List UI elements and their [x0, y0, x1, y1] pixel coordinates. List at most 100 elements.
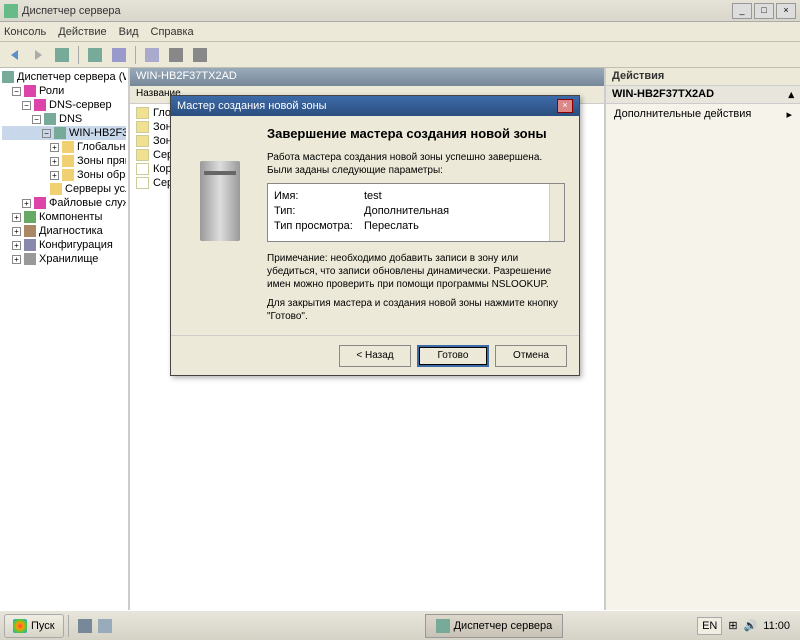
summary-table: Имя:test Тип:Дополнительная Тип просмотр… [267, 183, 565, 242]
folder-icon [62, 169, 74, 181]
summary-row: Имя:test [274, 190, 558, 202]
tree-zone-rev[interactable]: +Зоны обратн... [2, 168, 126, 182]
tree-components[interactable]: +Компоненты [2, 210, 126, 224]
close-button[interactable]: × [776, 3, 796, 19]
expand-icon[interactable]: + [50, 157, 59, 166]
tool-2[interactable] [85, 45, 105, 65]
server-icon [200, 161, 240, 241]
expand-icon[interactable]: + [22, 199, 31, 208]
tool-4[interactable] [142, 45, 162, 65]
folder-icon [136, 107, 149, 119]
expand-icon[interactable]: + [50, 143, 59, 152]
tool-icon [88, 48, 102, 62]
dialog-titlebar[interactable]: Мастер создания новой зоны × [171, 96, 579, 116]
tool-icon [112, 48, 126, 62]
expand-icon[interactable]: + [12, 241, 21, 250]
storage-icon [24, 253, 36, 265]
menubar: Консоль Действие Вид Справка [0, 22, 800, 42]
quick-launch[interactable] [75, 616, 95, 636]
summary-scrollbar[interactable] [549, 184, 564, 241]
tool-icon [145, 48, 159, 62]
taskbar: Пуск Диспетчер сервера EN ⊞ 🔊 11:00 [0, 610, 800, 640]
summary-row: Тип просмотра:Переслать [274, 220, 558, 232]
back-button[interactable] [4, 45, 24, 65]
tree-file-svc[interactable]: +Файловые службы [2, 196, 126, 210]
clock[interactable]: 11:00 [763, 620, 790, 632]
menu-action[interactable]: Действие [58, 26, 106, 38]
folder-icon [136, 149, 149, 161]
taskbar-task[interactable]: Диспетчер сервера [425, 614, 564, 638]
forward-button[interactable] [28, 45, 48, 65]
tree-root[interactable]: Диспетчер сервера (WIN-HB2F... [2, 70, 126, 84]
role-icon [34, 197, 46, 209]
summary-row: Тип:Дополнительная [274, 205, 558, 217]
dns-icon [34, 99, 46, 111]
dialog-hint: Для закрытия мастера и создания новой зо… [267, 297, 565, 323]
actions-pane: Действия WIN-HB2F37TX2AD▴ Дополнительные… [604, 68, 800, 610]
wizard-dialog: Мастер создания новой зоны × Завершение … [170, 95, 580, 376]
quick-launch[interactable] [95, 616, 115, 636]
actions-more[interactable]: Дополнительные действия▸ [606, 104, 800, 125]
app-icon [436, 619, 450, 633]
collapse-icon[interactable]: − [42, 129, 51, 138]
tool-icon [193, 48, 207, 62]
tool-icon [55, 48, 69, 62]
titlebar: Диспетчер сервера _ □ × [0, 0, 800, 22]
expand-icon[interactable]: + [12, 213, 21, 222]
menu-help[interactable]: Справка [151, 26, 194, 38]
tree-storage[interactable]: +Хранилище [2, 252, 126, 266]
back-button[interactable]: < Назад [339, 345, 411, 367]
tree-pane[interactable]: Диспетчер сервера (WIN-HB2F... −Роли −DN… [0, 68, 130, 610]
tree-zone-fwd[interactable]: +Зоны прямого... [2, 154, 126, 168]
menu-view[interactable]: Вид [119, 26, 139, 38]
tool-icon [169, 48, 183, 62]
tree-global[interactable]: +Глобальные ж... [2, 140, 126, 154]
app-icon [4, 4, 18, 18]
cancel-button[interactable]: Отмена [495, 345, 567, 367]
expand-icon[interactable]: + [12, 227, 21, 236]
chevron-right-icon: ▸ [786, 108, 792, 121]
tree-diag[interactable]: +Диагностика [2, 224, 126, 238]
collapse-icon[interactable]: − [22, 101, 31, 110]
collapse-icon[interactable]: − [12, 87, 21, 96]
tree-config[interactable]: +Конфигурация [2, 238, 126, 252]
tray-icon[interactable]: ⊞ [728, 619, 737, 632]
actions-header: Действия [606, 68, 800, 86]
start-button[interactable]: Пуск [4, 614, 64, 638]
window-title: Диспетчер сервера [22, 5, 732, 17]
minimize-button[interactable]: _ [732, 3, 752, 19]
folder-icon [62, 155, 74, 167]
system-tray: EN ⊞ 🔊 11:00 [691, 617, 796, 635]
host-icon [54, 127, 66, 139]
actions-subheader: WIN-HB2F37TX2AD▴ [606, 86, 800, 104]
tool-3[interactable] [109, 45, 129, 65]
collapse-icon[interactable]: − [32, 115, 41, 124]
tool-1[interactable] [52, 45, 72, 65]
role-icon [24, 85, 36, 97]
folder-icon [136, 121, 149, 133]
arrow-left-icon [11, 50, 18, 60]
tree-dns-server[interactable]: −DNS-сервер [2, 98, 126, 112]
maximize-button[interactable]: □ [754, 3, 774, 19]
expand-icon[interactable]: + [50, 171, 59, 180]
tool-6[interactable] [190, 45, 210, 65]
arrow-right-icon [35, 50, 42, 60]
chevron-up-icon[interactable]: ▴ [788, 88, 794, 101]
menu-console[interactable]: Консоль [4, 26, 46, 38]
dialog-close-button[interactable]: × [557, 99, 573, 113]
tree-roles[interactable]: −Роли [2, 84, 126, 98]
tree-host[interactable]: −WIN-HB2F37TX2AD [2, 126, 126, 140]
tool-5[interactable] [166, 45, 186, 65]
folder-icon [136, 135, 149, 147]
ql-icon [78, 619, 92, 633]
tray-icon[interactable]: 🔊 [744, 619, 758, 632]
expand-icon[interactable]: + [12, 255, 21, 264]
language-indicator[interactable]: EN [697, 617, 722, 635]
tree-dns[interactable]: −DNS [2, 112, 126, 126]
comp-icon [24, 211, 36, 223]
windows-icon [13, 619, 27, 633]
tree-cond[interactable]: Серверы усло... [2, 182, 126, 196]
server-icon [2, 71, 14, 83]
wizard-image [185, 126, 255, 276]
finish-button[interactable]: Готово [417, 345, 489, 367]
